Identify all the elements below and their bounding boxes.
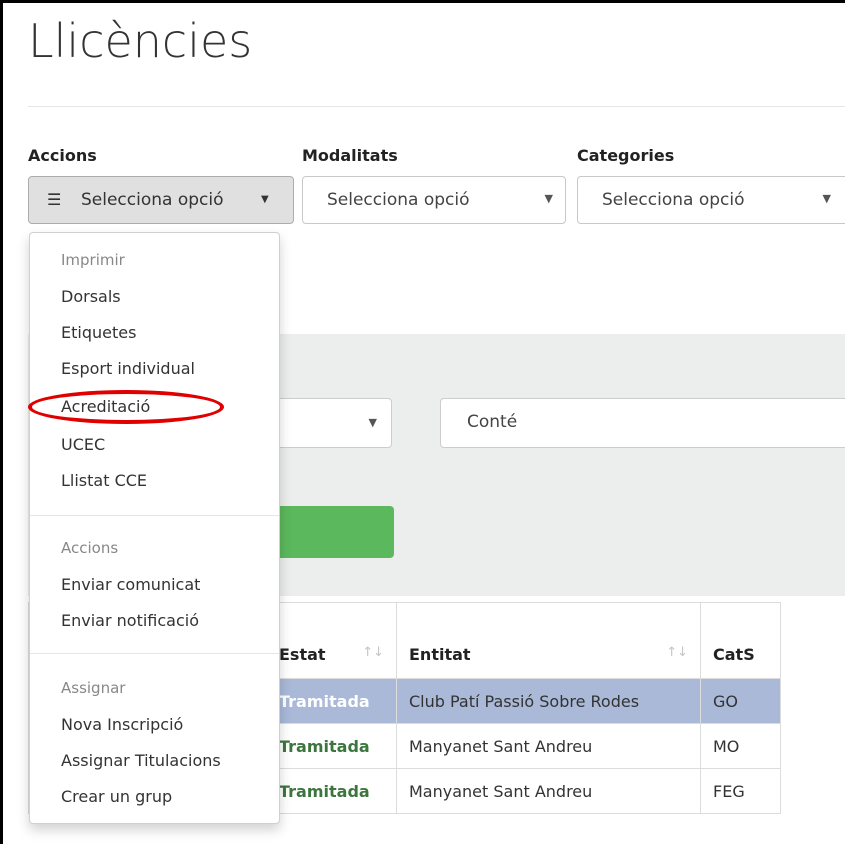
menu-item-esport-individual[interactable]: Esport individual — [61, 359, 195, 378]
accions-button-label: Selecciona opció — [81, 190, 224, 210]
accions-dropdown-button[interactable]: ☰ Selecciona opció ▼ — [28, 176, 294, 224]
status-badge: Tramitada — [266, 768, 397, 814]
categories-value: Selecciona opció — [602, 190, 745, 210]
status-badge: Tramitada — [266, 723, 397, 769]
title-divider — [28, 106, 845, 107]
menu-divider — [30, 515, 279, 516]
row-category: FEG — [700, 768, 781, 814]
menu-item-assignar-titulacions[interactable]: Assignar Titulacions — [61, 751, 221, 770]
categories-label: Categories — [577, 146, 675, 165]
select-arrow-icon: ▼ — [544, 192, 553, 205]
select-arrow-icon: ▼ — [368, 416, 377, 429]
column-header-label: CatS — [713, 645, 755, 664]
column-header-cats[interactable]: CatS — [700, 602, 781, 679]
menu-item-etiquetes[interactable]: Etiquetes — [61, 323, 136, 342]
modalitats-select[interactable]: Selecciona opció ▼ — [302, 176, 566, 224]
accions-label: Accions — [28, 146, 97, 165]
sort-icon: ↑↓ — [666, 645, 688, 660]
menu-item-nova-inscripcio[interactable]: Nova Inscripció — [61, 715, 183, 734]
menu-item-ucec[interactable]: UCEC — [61, 435, 105, 454]
sort-icon: ↑↓ — [362, 645, 384, 660]
menu-item-crear-grup[interactable]: Crear un grup — [61, 787, 172, 806]
row-entitat: Manyanet Sant Andreu — [396, 768, 701, 814]
menu-divider — [30, 653, 279, 654]
highlight-circle — [28, 390, 224, 424]
menu-item-dorsals[interactable]: Dorsals — [61, 287, 121, 306]
row-entitat: Club Patí Passió Sobre Rodes — [396, 678, 701, 724]
menu-header-assignar: Assignar — [61, 679, 126, 697]
column-header-label: Entitat — [409, 645, 471, 664]
row-category: MO — [700, 723, 781, 769]
menu-item-enviar-comunicat[interactable]: Enviar comunicat — [61, 575, 200, 594]
operator-select[interactable]: Conté — [440, 398, 845, 448]
column-header-estat[interactable]: Estat ↑↓ — [266, 602, 397, 679]
accions-dropdown-menu: Imprimir Dorsals Etiquetes Esport indivi… — [29, 232, 280, 824]
categories-select[interactable]: Selecciona opció ▼ — [577, 176, 845, 224]
menu-item-llistat-cce[interactable]: Llistat CCE — [61, 471, 147, 490]
caret-down-icon: ▼ — [261, 194, 269, 205]
page-title: Llicències — [28, 14, 253, 68]
list-icon: ☰ — [47, 190, 62, 209]
menu-header-accions: Accions — [61, 539, 119, 557]
row-category: GO — [700, 678, 781, 724]
modalitats-label: Modalitats — [302, 146, 398, 165]
menu-header-imprimir: Imprimir — [61, 251, 125, 269]
row-entitat: Manyanet Sant Andreu — [396, 723, 701, 769]
column-header-label: Estat — [279, 645, 326, 664]
modalitats-value: Selecciona opció — [327, 190, 470, 210]
select-arrow-icon: ▼ — [822, 192, 831, 205]
menu-item-enviar-notificacio[interactable]: Enviar notificació — [61, 611, 199, 630]
column-header-entitat[interactable]: Entitat ↑↓ — [396, 602, 701, 679]
status-badge: Tramitada — [266, 678, 397, 724]
operator-value: Conté — [467, 412, 518, 432]
